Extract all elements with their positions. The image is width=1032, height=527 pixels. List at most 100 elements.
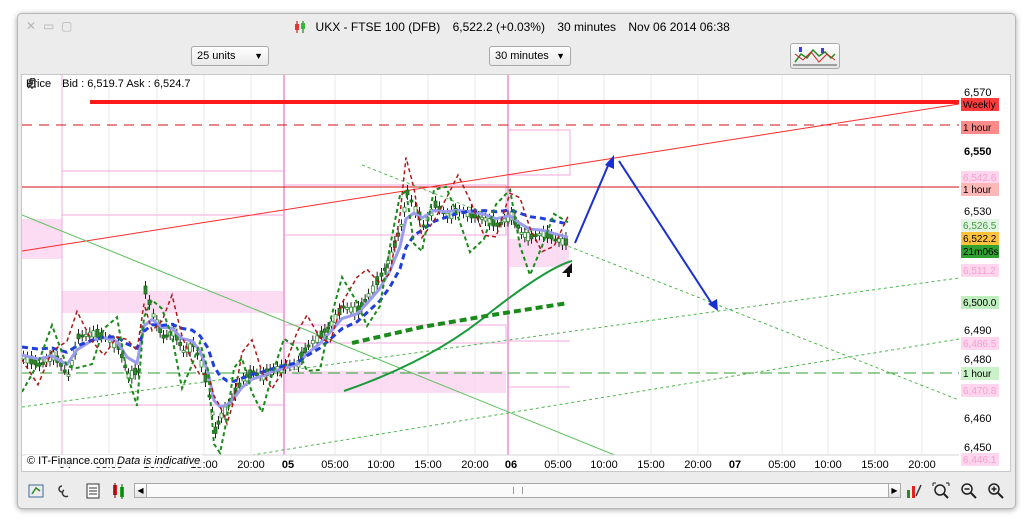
candlestick-icon (295, 21, 306, 33)
price-tag-text: 1 hour (963, 123, 992, 134)
candle-body (319, 330, 324, 338)
chevron-down-icon: ▼ (254, 51, 263, 61)
price-tag: 6,470.8 (961, 384, 999, 397)
bell-icon[interactable] (26, 78, 38, 90)
price-tag: 1 hour (961, 367, 999, 380)
candle-body (379, 272, 384, 277)
candle-body (382, 267, 387, 271)
copyright-text: © IT-Finance.com (27, 455, 114, 467)
time-label: 20:00 (684, 459, 712, 471)
chart-window: ✕ ▭ ▢ UKX - FTSE 100 (DFB) 6,522.2 (+0.0… (17, 13, 1016, 509)
time-label: 10:00 (367, 459, 395, 471)
candle-body (522, 232, 527, 238)
time-label: 10:00 (814, 459, 842, 471)
zoom-out-icon[interactable] (960, 482, 978, 500)
zoom-fit-icon[interactable] (932, 482, 950, 500)
candles-icon[interactable] (110, 482, 128, 500)
indicators-button[interactable] (790, 43, 840, 69)
price-chart[interactable]: 6,570 6,550 6,530 6,490 6,480 6,460 6,450 Week… (21, 74, 1011, 472)
price-tag: 6,500.0 (961, 296, 999, 309)
candle-body (303, 347, 308, 354)
window-title: UKX - FTSE 100 (DFB) 6,522.2 (+0.03%) 30… (18, 20, 1015, 34)
candle-body (223, 406, 227, 416)
candle-body (44, 358, 49, 363)
price-tag-text: 6,500.0 (963, 298, 997, 309)
price-tag: 6,522.2 (961, 232, 999, 245)
time-label: 10:00 (590, 459, 618, 471)
indicative-text: Data is indicative (117, 455, 201, 467)
candle-body (519, 231, 524, 235)
crosshair-icon[interactable] (28, 482, 46, 500)
candle-body (483, 217, 488, 222)
candle-body (164, 334, 169, 338)
candle-body (402, 206, 407, 213)
list-icon[interactable] (84, 482, 102, 500)
time-label: 20:00 (461, 459, 489, 471)
price-axis-label: 6,550 (964, 146, 992, 158)
candle-body (216, 420, 221, 425)
candle-body (560, 238, 565, 246)
candle-body (41, 362, 45, 365)
candle-body (62, 369, 67, 373)
price-axis-label: 6,570 (964, 87, 992, 99)
toolbar: 25 units ▼ 30 minutes ▼ (18, 40, 1015, 72)
plot-area (22, 75, 959, 455)
price-tag-text: 6,446.1 (963, 455, 997, 466)
scroll-grip[interactable] (513, 487, 523, 494)
time-label: 05:00 (768, 459, 796, 471)
price-axis-label: 6,530 (964, 206, 992, 218)
candle-body (161, 334, 166, 339)
price-axis-label: 6,460 (964, 413, 992, 425)
price-axis-label: 6,450 (964, 442, 992, 454)
link-icon[interactable] (56, 482, 74, 500)
timeframe-dropdown[interactable]: 30 minutes ▼ (489, 46, 571, 66)
candle-body (129, 370, 134, 380)
draw-icon[interactable] (905, 482, 923, 500)
title-bar: ✕ ▭ ▢ UKX - FTSE 100 (DFB) 6,522.2 (+0.0… (18, 14, 1015, 40)
candle-body (363, 298, 368, 302)
time-label: 05:00 (544, 459, 572, 471)
candle-body (91, 330, 96, 338)
time-label: 05:00 (321, 459, 349, 471)
price-tag: 6,446.1 (961, 453, 999, 466)
price-tag-text: 6,511.2 (963, 266, 996, 277)
price-tag-text: 6,526.5 (963, 221, 997, 232)
candle-body (95, 328, 100, 338)
candle-body (188, 343, 193, 353)
units-dropdown[interactable]: 25 units ▼ (191, 46, 269, 66)
scroll-right-button[interactable]: ▶ (888, 483, 901, 498)
candle-body (80, 334, 85, 338)
price-tag-text: 6,470.8 (963, 386, 997, 397)
time-label: 07 (729, 459, 741, 471)
zoom-in-icon[interactable] (987, 482, 1005, 500)
time-label: 05 (282, 459, 294, 471)
price-tag: 1 hour (961, 121, 999, 134)
instrument-name: UKX - FTSE 100 (DFB) (315, 20, 441, 34)
chart-canvas[interactable]: 6,570 6,550 6,530 6,490 6,480 6,460 6,450 Week… (22, 75, 1010, 471)
candle-body (405, 189, 410, 196)
candle-body (399, 223, 404, 227)
candle-body (76, 333, 81, 340)
candle-body (33, 359, 38, 366)
chevron-down-icon: ▼ (556, 51, 565, 61)
price-tag: 6,526.5 (961, 219, 999, 232)
candle-body (370, 285, 375, 293)
candle-body (59, 362, 63, 367)
price-axis-label: 6,490 (964, 325, 992, 337)
candle-body (502, 218, 507, 223)
candle-body (84, 333, 88, 337)
candle-body (366, 293, 371, 298)
chart-scrollbar[interactable]: ◀ ▶ (134, 483, 901, 498)
candle-body (495, 222, 500, 227)
time-label: 20:00 (237, 459, 265, 471)
price-tag: 6,542.6 (961, 171, 999, 184)
price-header: Price Bid : 6,519.7 Ask : 6,524.7 (26, 78, 191, 90)
price-tag: 6,511.2 (961, 264, 999, 277)
candle-body (306, 344, 311, 348)
candle-body (178, 341, 183, 346)
price-tag: Weekly (961, 98, 999, 111)
timeframe-text: 30 minutes (557, 20, 617, 34)
price-axis-label: 6,480 (964, 354, 992, 366)
scroll-left-button[interactable]: ◀ (134, 483, 147, 498)
candle-body (203, 373, 208, 383)
